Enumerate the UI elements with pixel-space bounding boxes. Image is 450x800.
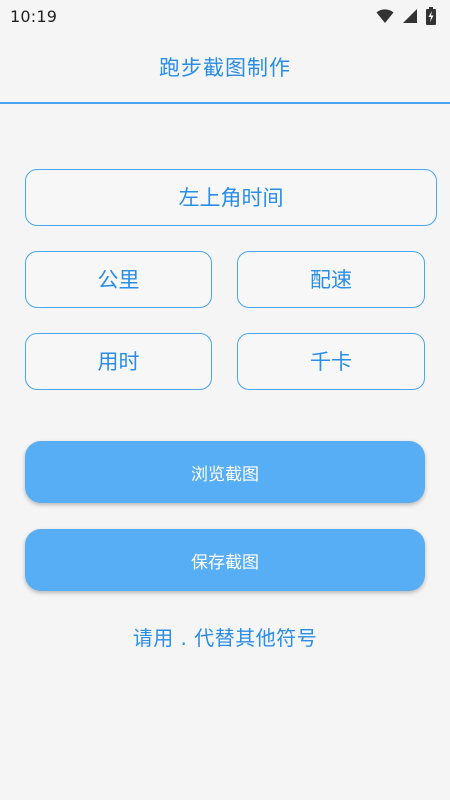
status-bar: 10:19 bbox=[0, 0, 450, 32]
status-icons bbox=[376, 7, 436, 25]
save-screenshot-button[interactable]: 保存截图 bbox=[25, 529, 425, 591]
calories-input[interactable] bbox=[238, 333, 424, 390]
hint-text: 请用 . 代替其他符号 bbox=[132, 626, 318, 650]
calories-field[interactable] bbox=[237, 333, 425, 390]
wifi-icon bbox=[376, 9, 394, 23]
pace-input[interactable] bbox=[238, 251, 424, 308]
preview-screenshot-button[interactable]: 浏览截图 bbox=[25, 441, 425, 503]
distance-input[interactable] bbox=[26, 251, 211, 308]
battery-charging-icon bbox=[426, 7, 436, 25]
duration-field[interactable] bbox=[25, 333, 212, 390]
duration-input[interactable] bbox=[26, 333, 211, 390]
clock-time-input[interactable] bbox=[26, 169, 436, 226]
page-title: 跑步截图制作 bbox=[159, 56, 291, 80]
app-header: 跑步截图制作 bbox=[0, 32, 450, 104]
signal-icon bbox=[403, 9, 417, 23]
clock-time-field[interactable] bbox=[25, 169, 437, 226]
distance-field[interactable] bbox=[25, 251, 212, 308]
pace-field[interactable] bbox=[237, 251, 425, 308]
status-time: 10:19 bbox=[10, 6, 58, 26]
